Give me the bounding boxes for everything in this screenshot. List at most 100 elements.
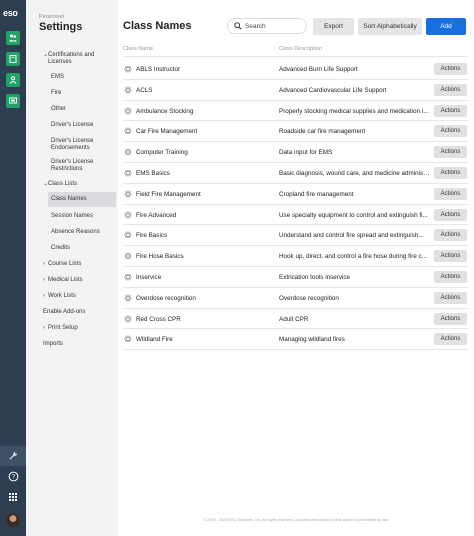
actions-button[interactable]: Actions — [434, 167, 467, 179]
class-name-cell: Car Fire Management — [136, 128, 198, 136]
settings-nav: Personnel Settings ⌄Certifications and L… — [26, 0, 118, 536]
table-row[interactable]: Inservice Extrication tools inservice Acti… — [123, 267, 468, 288]
main-content: Class Names Export Sort Alphabetically A… — [118, 0, 474, 536]
drag-handle-icon[interactable] — [124, 314, 132, 323]
table-row[interactable]: ACLS Advanced Cardiovascular Life Support… — [123, 80, 468, 101]
class-description-cell: Overdose recognition — [279, 294, 339, 302]
class-description-cell: Cropland fire management — [279, 190, 354, 198]
table-row[interactable]: Fire Advanced Use specialty equipment to … — [123, 205, 468, 226]
table-row[interactable]: Red Cross CPR Adult CPR Actions — [123, 309, 468, 330]
table-row[interactable]: EMS Basics Basic diagnosis, wound care, a… — [123, 163, 468, 184]
actions-button[interactable]: Actions — [434, 125, 467, 138]
table-row[interactable]: Ambulance Stocking Properly stocking medi… — [123, 101, 468, 122]
table-row[interactable]: Fire Basics Understand and control fire s… — [123, 225, 468, 247]
nav-item-fire[interactable]: Fire — [51, 90, 115, 97]
nav-group-medical-lists[interactable]: › Medical Lists — [43, 277, 115, 284]
nav-group-certifications[interactable]: ⌄Certifications and Licenses — [43, 52, 115, 65]
class-name-cell: Fire Advanced — [136, 211, 177, 219]
search-input[interactable] — [245, 22, 305, 30]
actions-button[interactable]: Actions — [434, 187, 467, 200]
drag-handle-icon[interactable] — [124, 294, 132, 302]
add-button[interactable]: Add — [426, 18, 466, 35]
help-icon[interactable]: ? — [0, 466, 26, 486]
actions-button[interactable]: Actions — [434, 271, 467, 283]
table-row[interactable]: Computer Training Data input for EMS Actio… — [123, 142, 468, 163]
table-row[interactable]: Car Fire Management Roadside car fire man… — [123, 121, 468, 143]
nav-item-ems[interactable]: EMS — [51, 74, 115, 81]
class-name-cell: Computer Training — [136, 149, 188, 157]
class-name-cell: Field Fire Management — [136, 190, 201, 198]
table-row[interactable]: Field Fire Management Cropland fire manag… — [123, 184, 468, 205]
drag-handle-icon[interactable] — [124, 210, 132, 219]
drag-handle-icon[interactable] — [124, 190, 132, 198]
column-header-class-description[interactable]: Class Description — [279, 46, 322, 52]
actions-button[interactable]: Actions — [434, 63, 467, 75]
class-description-cell: Data input for EMS — [279, 149, 333, 157]
class-description-cell: Managing wildland fires — [279, 336, 345, 344]
drag-handle-icon[interactable] — [124, 335, 132, 343]
table-row[interactable]: Overdose recognition Overdose recognition… — [123, 288, 468, 309]
monitor-icon[interactable] — [6, 94, 20, 108]
nav-group-print-setup[interactable]: › Print Setup — [43, 325, 115, 332]
class-description-cell: Properly stocking medical supplies and m… — [279, 107, 429, 115]
export-button[interactable]: Export — [313, 18, 354, 35]
actions-button[interactable]: Actions — [434, 146, 467, 159]
table-row[interactable]: ABLS Instructor Advanced Burn Life Suppor… — [123, 59, 468, 80]
drag-handle-icon[interactable] — [124, 86, 132, 94]
nav-group-course-lists[interactable]: › Course Lists — [43, 261, 115, 268]
people-icon[interactable] — [6, 31, 20, 45]
nav-item-drivers-license-restrictions[interactable]: Driver's License Restrictions — [51, 159, 99, 172]
drag-handle-icon[interactable] — [124, 169, 132, 177]
class-name-cell: Fire Basics — [136, 232, 168, 240]
svg-text:?: ? — [11, 474, 15, 480]
drag-handle-icon[interactable] — [124, 252, 132, 260]
class-description-cell: Use specialty equipment to control and e… — [279, 211, 428, 219]
nav-item-drivers-license[interactable]: Driver's License — [51, 122, 115, 129]
nav-item-other[interactable]: Other — [51, 106, 115, 113]
class-name-cell: Overdose recognition — [136, 294, 196, 302]
nav-item-credits[interactable]: Credits — [51, 245, 115, 252]
nav-group-class-lists[interactable]: ⌄Class Lists — [43, 181, 115, 188]
class-description-cell: Extrication tools inservice — [279, 274, 351, 281]
column-header-class-name[interactable]: Class Name — [123, 46, 153, 52]
class-description-cell: Advanced Cardiovascular Life Support — [279, 86, 387, 94]
apps-grid-icon[interactable] — [0, 487, 26, 507]
nav-item-imports[interactable]: Imports — [43, 341, 115, 348]
book-icon[interactable] — [6, 52, 20, 66]
drag-handle-icon[interactable] — [124, 65, 132, 73]
class-description-cell: Basic diagnosis, wound care, and medicin… — [279, 170, 430, 177]
actions-button[interactable]: Actions — [434, 250, 467, 263]
user-avatar[interactable] — [0, 510, 26, 530]
table-row[interactable]: Wildland Fire Managing wildland fires Acti… — [123, 329, 468, 351]
class-description-cell: Understand and control fire spread and e… — [279, 232, 424, 240]
person-badge-icon[interactable] — [6, 73, 20, 87]
class-description-cell: Hook up, direct, and control a fire hose… — [279, 253, 428, 261]
nav-item-absence-reasons[interactable]: Absence Reasons — [51, 229, 115, 236]
page-title: Class Names — [123, 20, 192, 32]
actions-button[interactable]: Actions — [434, 83, 467, 96]
breadcrumb: Personnel — [39, 14, 64, 20]
nav-item-drivers-license-endorsements[interactable]: Driver's License Endorsements — [51, 138, 99, 151]
class-name-cell: Red Cross CPR — [136, 315, 181, 323]
table-row[interactable]: Fire Hose Basics Hook up, direct, and con… — [123, 246, 468, 267]
sort-alphabetically-button[interactable]: Sort Alphabetically — [358, 18, 422, 35]
class-name-cell: Inservice — [136, 274, 162, 281]
actions-button[interactable]: Actions — [434, 291, 467, 304]
wrench-icon[interactable] — [0, 446, 26, 466]
drag-handle-icon[interactable] — [124, 231, 132, 239]
nav-group-work-lists[interactable]: › Work Lists — [43, 293, 115, 300]
drag-handle-icon[interactable] — [124, 127, 132, 135]
drag-handle-icon[interactable] — [124, 273, 132, 281]
drag-handle-icon[interactable] — [124, 148, 132, 156]
actions-button[interactable]: Actions — [434, 229, 467, 242]
search-box[interactable] — [227, 18, 307, 34]
actions-button[interactable]: Actions — [434, 208, 467, 221]
class-description-cell: Advanced Burn Life Support — [279, 66, 358, 73]
nav-item-enable-add-ons[interactable]: Enable Add-ons — [43, 309, 115, 316]
drag-handle-icon[interactable] — [124, 106, 132, 115]
actions-button[interactable]: Actions — [434, 104, 467, 117]
nav-item-class-names[interactable]: Class Names — [48, 192, 116, 207]
actions-button[interactable]: Actions — [434, 312, 467, 325]
nav-item-session-names[interactable]: Session Names — [51, 213, 115, 220]
actions-button[interactable]: Actions — [434, 333, 467, 346]
